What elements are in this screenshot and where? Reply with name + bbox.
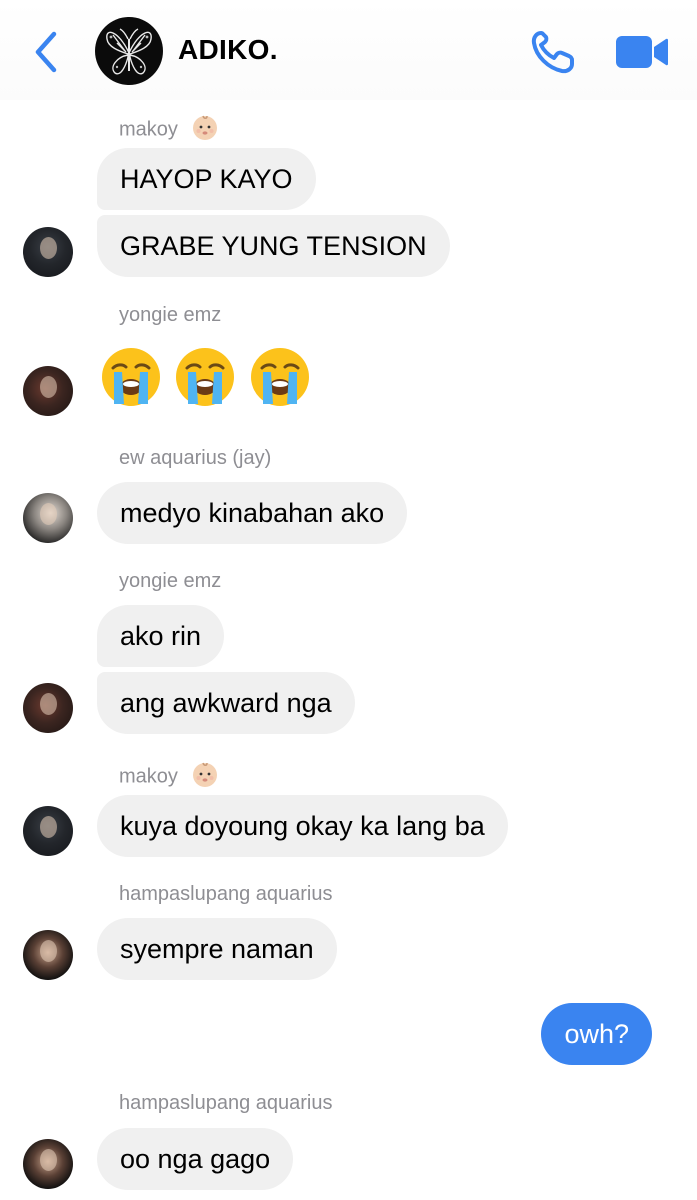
message-bubble[interactable]: GRABE YUNG TENSION (97, 215, 450, 277)
sender-name: makoy (119, 760, 219, 794)
chat-header: ADIKO. (0, 0, 697, 100)
sender-label: makoy (119, 765, 178, 788)
sender-name: hampaslupang aquarius (119, 883, 333, 905)
butterfly-icon (106, 28, 152, 75)
avatar[interactable] (23, 1139, 73, 1189)
avatar[interactable] (23, 227, 73, 277)
avatar[interactable] (23, 366, 73, 416)
avatar[interactable] (23, 683, 73, 733)
outgoing-message-bubble[interactable]: owh? (541, 1003, 652, 1065)
baby-face-emoji (191, 760, 219, 794)
message-bubble[interactable]: oo nga gago (97, 1128, 294, 1190)
sender-name: yongie emz (119, 304, 222, 326)
avatar[interactable] (23, 806, 73, 856)
chevron-left-icon[interactable] (30, 30, 62, 74)
loudly-crying-face-emoji (102, 348, 160, 406)
baby-face-emoji (191, 113, 219, 147)
emoji-message[interactable] (100, 346, 319, 413)
loudly-crying-face-emoji (250, 348, 309, 406)
loudly-crying-face-emoji (176, 348, 235, 406)
message-bubble[interactable]: ang awkward nga (97, 672, 355, 734)
message-bubble[interactable]: medyo kinabahan ako (97, 482, 408, 544)
message-bubble[interactable]: kuya doyoung okay ka lang ba (97, 795, 508, 857)
sender-name: yongie emz (119, 570, 222, 592)
group-title[interactable]: ADIKO. (178, 34, 278, 66)
avatar[interactable] (23, 493, 73, 543)
video-camera-icon[interactable] (614, 34, 670, 70)
message-bubble[interactable]: HAYOP KAYO (97, 148, 316, 210)
avatar[interactable] (23, 930, 73, 980)
phone-icon[interactable] (527, 28, 579, 76)
sender-label: makoy (119, 118, 178, 141)
sender-name: ew aquarius (jay) (119, 447, 272, 469)
sender-name: hampaslupang aquarius (119, 1092, 333, 1114)
message-bubble[interactable]: ako rin (97, 605, 225, 667)
group-avatar[interactable] (95, 17, 163, 85)
sender-name: makoy (119, 113, 219, 147)
message-bubble[interactable]: syempre naman (97, 918, 337, 980)
